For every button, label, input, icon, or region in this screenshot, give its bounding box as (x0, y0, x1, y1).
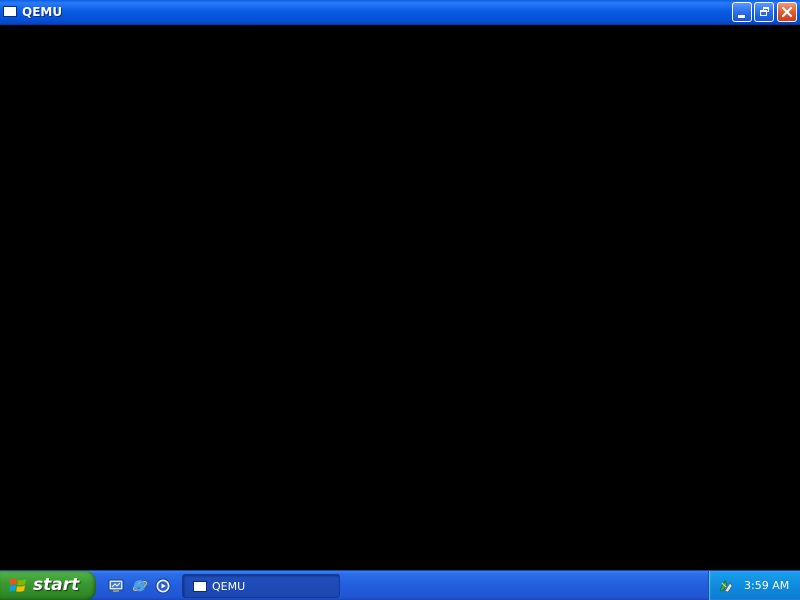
restore-button[interactable] (754, 2, 774, 22)
network-icon[interactable] (718, 578, 734, 594)
window-title: QEMU (22, 5, 63, 19)
desktop-icon[interactable] (108, 578, 124, 594)
media-player-icon[interactable] (155, 578, 171, 594)
start-button[interactable]: start (0, 571, 96, 600)
screen: QEMU start QEMU 3:59 AM (0, 0, 800, 600)
minimize-icon (738, 15, 745, 18)
restore-icon (760, 7, 769, 16)
qemu-display[interactable] (0, 25, 800, 570)
taskbar-button-label: QEMU (212, 580, 246, 593)
close-icon (781, 6, 793, 18)
window-titlebar[interactable]: QEMU (0, 0, 800, 25)
clock[interactable]: 3:59 AM (744, 579, 789, 592)
close-button[interactable] (777, 2, 797, 22)
taskbar-button-qemu[interactable]: QEMU (182, 574, 340, 598)
window-icon (193, 581, 207, 592)
minimize-button[interactable] (732, 2, 752, 22)
start-label: start (33, 575, 80, 595)
windows-logo-icon (9, 578, 26, 592)
system-tray: 3:59 AM (708, 571, 800, 600)
window-icon[interactable] (3, 6, 17, 17)
internet-explorer-icon[interactable] (132, 578, 148, 594)
taskbar: start QEMU 3:59 AM (0, 570, 800, 600)
